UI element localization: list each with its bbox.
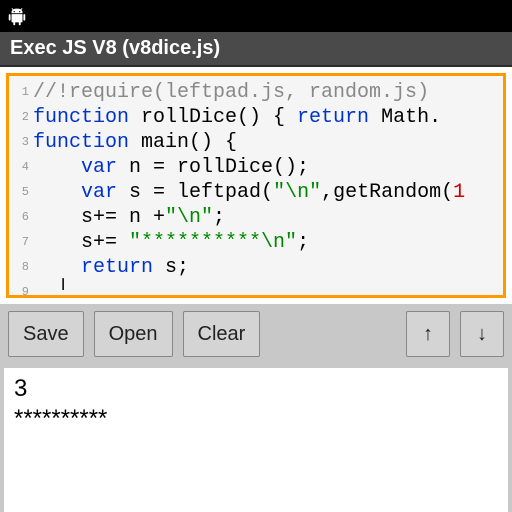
line-number: 9 — [9, 280, 33, 298]
code-token: "**********\n" — [129, 231, 297, 254]
code-token: return — [81, 256, 153, 279]
code-token: function — [33, 131, 129, 154]
code-content[interactable]: //!require(leftpad.js, random.js)functio… — [33, 76, 503, 295]
code-token: //!require(leftpad.js, random.js) — [33, 81, 429, 104]
toolbar: Save Open Clear ↑ ↓ — [0, 304, 512, 364]
code-token — [33, 181, 81, 204]
code-token: "\n" — [273, 181, 321, 204]
code-editor[interactable]: 1 2 3 4 5 6 7 8 9 //!require(leftpad.js,… — [6, 73, 506, 298]
code-token: ; — [297, 231, 309, 254]
code-token: s; — [153, 256, 189, 279]
code-token: rollDice() { — [129, 106, 297, 129]
code-token: s = leftpad( — [117, 181, 273, 204]
line-number-gutter: 1 2 3 4 5 6 7 8 9 — [9, 76, 33, 295]
line-number: 7 — [9, 230, 33, 255]
line-number: 4 — [9, 155, 33, 180]
code-token: 1 — [453, 181, 465, 204]
android-icon — [6, 5, 28, 27]
output-text[interactable]: 3 ********** — [4, 368, 508, 512]
code-token — [33, 156, 81, 179]
open-button[interactable]: Open — [94, 311, 173, 357]
code-token — [33, 256, 81, 279]
clear-button[interactable]: Clear — [183, 311, 261, 357]
code-token: ╵ — [33, 281, 69, 295]
arrow-down-icon: ↓ — [477, 323, 487, 346]
code-token: n = rollDice(); — [117, 156, 309, 179]
code-token: return — [297, 106, 369, 129]
code-token: Math. — [369, 106, 441, 129]
title-bar: Exec JS V8 (v8dice.js) — [0, 32, 512, 67]
app-root: Exec JS V8 (v8dice.js) 1 2 3 4 5 6 7 8 9… — [0, 0, 512, 512]
code-token — [33, 231, 81, 254]
code-token: function — [33, 106, 129, 129]
editor-area: 1 2 3 4 5 6 7 8 9 //!require(leftpad.js,… — [0, 67, 512, 304]
line-number: 1 — [9, 80, 33, 105]
code-token: "\n" — [165, 206, 213, 229]
down-button[interactable]: ↓ — [460, 311, 504, 357]
line-number: 6 — [9, 205, 33, 230]
output-area: 3 ********** — [0, 364, 512, 512]
code-token: ; — [213, 206, 225, 229]
code-token: s+= — [81, 231, 129, 254]
line-number: 2 — [9, 105, 33, 130]
window-title: Exec JS V8 (v8dice.js) — [10, 37, 220, 60]
up-button[interactable]: ↑ — [406, 311, 450, 357]
code-token: s+= n + — [81, 206, 165, 229]
line-number: 3 — [9, 130, 33, 155]
button-label: Open — [109, 323, 158, 346]
code-token: var — [81, 156, 117, 179]
line-number: 5 — [9, 180, 33, 205]
arrow-up-icon: ↑ — [423, 323, 433, 346]
button-label: Save — [23, 323, 69, 346]
code-token: var — [81, 181, 117, 204]
status-bar — [0, 0, 512, 32]
button-label: Clear — [198, 323, 246, 346]
line-number: 8 — [9, 255, 33, 280]
code-token: main() { — [129, 131, 237, 154]
save-button[interactable]: Save — [8, 311, 84, 357]
code-token: ,getRandom( — [321, 181, 453, 204]
code-token — [33, 206, 81, 229]
